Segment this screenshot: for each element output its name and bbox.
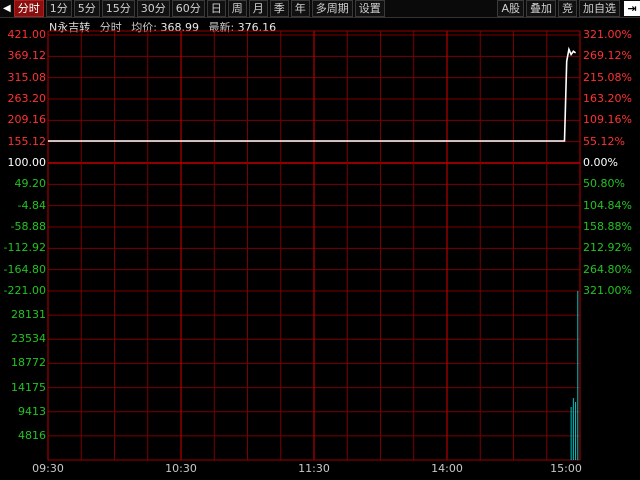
- volume-tick-label: 23534: [11, 332, 46, 346]
- price-tick-label: 49.20: [14, 177, 47, 191]
- percent-tick-label: 158.88%: [583, 220, 632, 233]
- price-tick-label: 315.08: [7, 70, 47, 84]
- percent-tick-label: 0.00%: [583, 156, 618, 169]
- price-tick-label: 263.20: [7, 92, 47, 105]
- volume-tick-label: 14175: [11, 380, 46, 394]
- percent-tick-label: 163.20%: [583, 92, 632, 105]
- time-tick-label: 10:30: [165, 462, 197, 475]
- percent-tick-label: 215.08%: [583, 70, 632, 84]
- price-tick-label: -164.80: [3, 262, 46, 276]
- percent-tick-label: 212.92%: [583, 241, 632, 255]
- percent-tick-label: 264.80%: [583, 262, 632, 276]
- percent-tick-label: 269.12%: [583, 49, 632, 63]
- price-line: [48, 46, 577, 142]
- price-tick-label: 155.12: [7, 134, 47, 148]
- percent-tick-label: 321.00%: [583, 284, 632, 297]
- volume-tick-label: 18772: [11, 356, 46, 370]
- percent-tick-label: 50.80%: [583, 177, 625, 191]
- percent-tick-label: 109.16%: [583, 113, 632, 127]
- price-tick-label: 369.12: [7, 49, 47, 63]
- volume-tick-label: 28131: [11, 308, 46, 322]
- time-tick-label: 11:30: [298, 462, 330, 475]
- percent-tick-label: 321.00%: [583, 28, 632, 41]
- time-tick-label: 14:00: [431, 462, 463, 475]
- volume-tick-label: 4816: [18, 428, 46, 442]
- price-tick-label: -221.00: [3, 284, 46, 297]
- percent-tick-label: 104.84%: [583, 198, 632, 212]
- percent-tick-label: 55.12%: [583, 134, 625, 148]
- price-tick-label: 209.16: [7, 113, 47, 127]
- intraday-chart[interactable]: [0, 0, 640, 480]
- price-tick-label: 100.00: [7, 156, 47, 169]
- price-tick-label: -4.84: [17, 198, 46, 212]
- price-tick-label: 421.00: [7, 28, 47, 41]
- price-tick-label: -58.88: [10, 220, 46, 233]
- time-tick-label: 09:30: [32, 462, 64, 475]
- time-tick-label: 15:00: [550, 462, 582, 475]
- volume-tick-label: 9413: [18, 404, 46, 418]
- price-tick-label: -112.92: [3, 241, 46, 255]
